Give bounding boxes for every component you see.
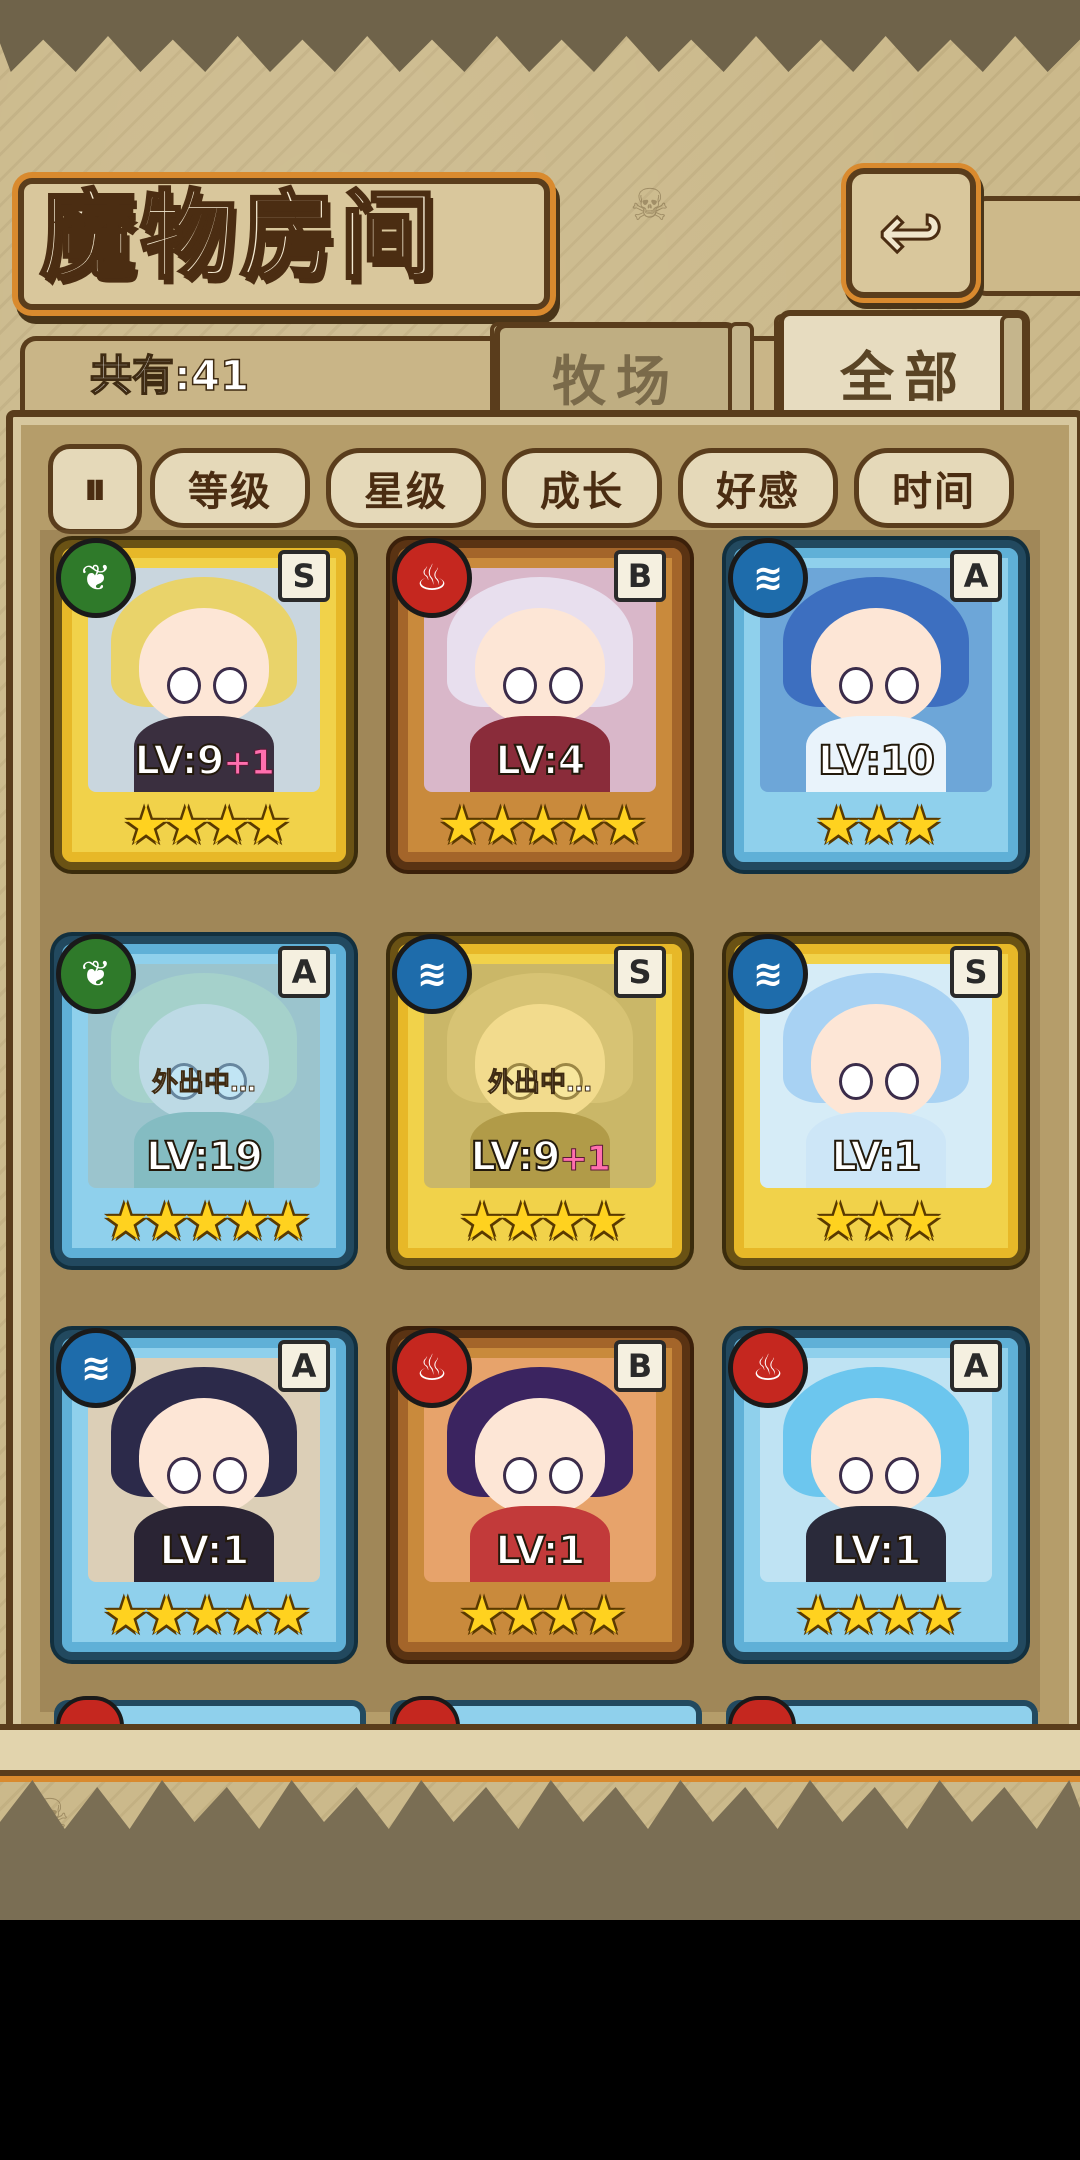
star-rating: ★★★★★ [102,1192,311,1252]
torn-paper-bottom [0,1780,1080,1920]
star-rating: ★★★ [815,796,943,856]
level-text: LV:10 [817,737,936,785]
page-title: 魔物房间 [39,178,440,294]
monster-count: 共有:41 [89,350,250,401]
level-text: LV:19 [145,1133,264,1181]
level-text: LV:9 [469,1133,561,1181]
monster-level: LV:19 [62,1133,346,1181]
monster-level: LV:1 [398,1527,682,1575]
flame-icon: ♨ [392,538,472,618]
back-button[interactable]: ↩ [846,168,976,298]
back-button-rail [974,196,1080,296]
rank-badge: A [950,1340,1002,1392]
flame-icon: ♨ [392,1328,472,1408]
star-rating: ★★★★ [458,1586,627,1646]
monster-level: LV:10 [734,737,1018,785]
sort-by-time-button[interactable]: 时间 [854,448,1014,528]
rank-badge: A [278,946,330,998]
monster-card[interactable]: 外出中… LV:9+1 ★★★★ ≋ S [390,934,690,1266]
monster-level: LV:1 [734,1133,1018,1181]
level-text: LV:1 [831,1527,923,1575]
star-rating: ★★★★ [122,796,291,856]
monster-level: LV:9+1 [62,737,346,785]
water-wave-icon: ≋ [728,934,808,1014]
star-rating: ★★★★★ [438,796,647,856]
rank-badge: A [278,1340,330,1392]
leaf-icon: ❦ [56,934,136,1014]
flame-icon: ♨ [728,1328,808,1408]
monster-card[interactable]: LV:4 ★★★★★ ♨ B [390,538,690,870]
rank-badge: S [950,946,1002,998]
level-bonus: +1 [223,743,275,784]
panel-bottom-rail [0,1724,1080,1776]
monster-level: LV:9+1 [398,1133,682,1181]
level-text: LV:1 [831,1133,923,1181]
monster-card[interactable]: 外出中… LV:19 ★★★★★ ❦ A [54,934,354,1266]
monster-level: LV:4 [398,737,682,785]
away-status: 外出中… [487,1068,592,1099]
star-rating: ★★★★★ [102,1586,311,1646]
monster-card[interactable]: LV:9+1 ★★★★ ❦ S [54,538,354,870]
back-arrow-icon: ↩ [877,187,945,280]
monster-level: LV:1 [734,1527,1018,1575]
rank-badge: B [614,550,666,602]
torn-paper-top [0,0,1080,72]
star-rating: ★★★ [815,1192,943,1252]
tab-ranch[interactable]: 牧场 [494,322,738,424]
monster-level: LV:1 [62,1527,346,1575]
level-text: LV:1 [495,1527,587,1575]
sort-by-star-button[interactable]: 星级 [326,448,486,528]
sort-order-icon: ⏸ [83,461,107,515]
level-bonus: +1 [559,1139,611,1180]
level-text: LV:4 [495,737,587,785]
skull-map-icon: ☠ [630,180,670,231]
monster-card[interactable]: LV:1 ★★★★★ ≋ A [54,1328,354,1660]
water-wave-icon: ≋ [392,934,472,1014]
rank-badge: S [614,946,666,998]
sort-by-affection-button[interactable]: 好感 [678,448,838,528]
level-text: LV:9 [133,737,225,785]
rank-badge: B [614,1340,666,1392]
sort-order-toggle[interactable]: ⏸ [48,444,142,534]
water-wave-icon: ≋ [728,538,808,618]
away-status: 外出中… [151,1068,256,1099]
monster-card[interactable]: LV:1 ★★★★ ♨ A [726,1328,1026,1660]
level-text: LV:1 [159,1527,251,1575]
sort-by-growth-button[interactable]: 成长 [502,448,662,528]
sort-by-level-button[interactable]: 等级 [150,448,310,528]
game-screen: ☠ ☠ 魔物房间 ↩ 共有:41 牧场 全部 ⏸ 等级 星级 成长 好感 时间 … [0,0,1080,1920]
star-rating: ★★★★ [794,1586,963,1646]
rank-badge: A [950,550,1002,602]
monster-card[interactable]: LV:10 ★★★ ≋ A [726,538,1026,870]
star-rating: ★★★★ [458,1192,627,1252]
monster-card[interactable]: LV:1 ★★★★ ♨ B [390,1328,690,1660]
rank-badge: S [278,550,330,602]
leaf-icon: ❦ [56,538,136,618]
monster-card[interactable]: LV:1 ★★★ ≋ S [726,934,1026,1266]
water-wave-icon: ≋ [56,1328,136,1408]
